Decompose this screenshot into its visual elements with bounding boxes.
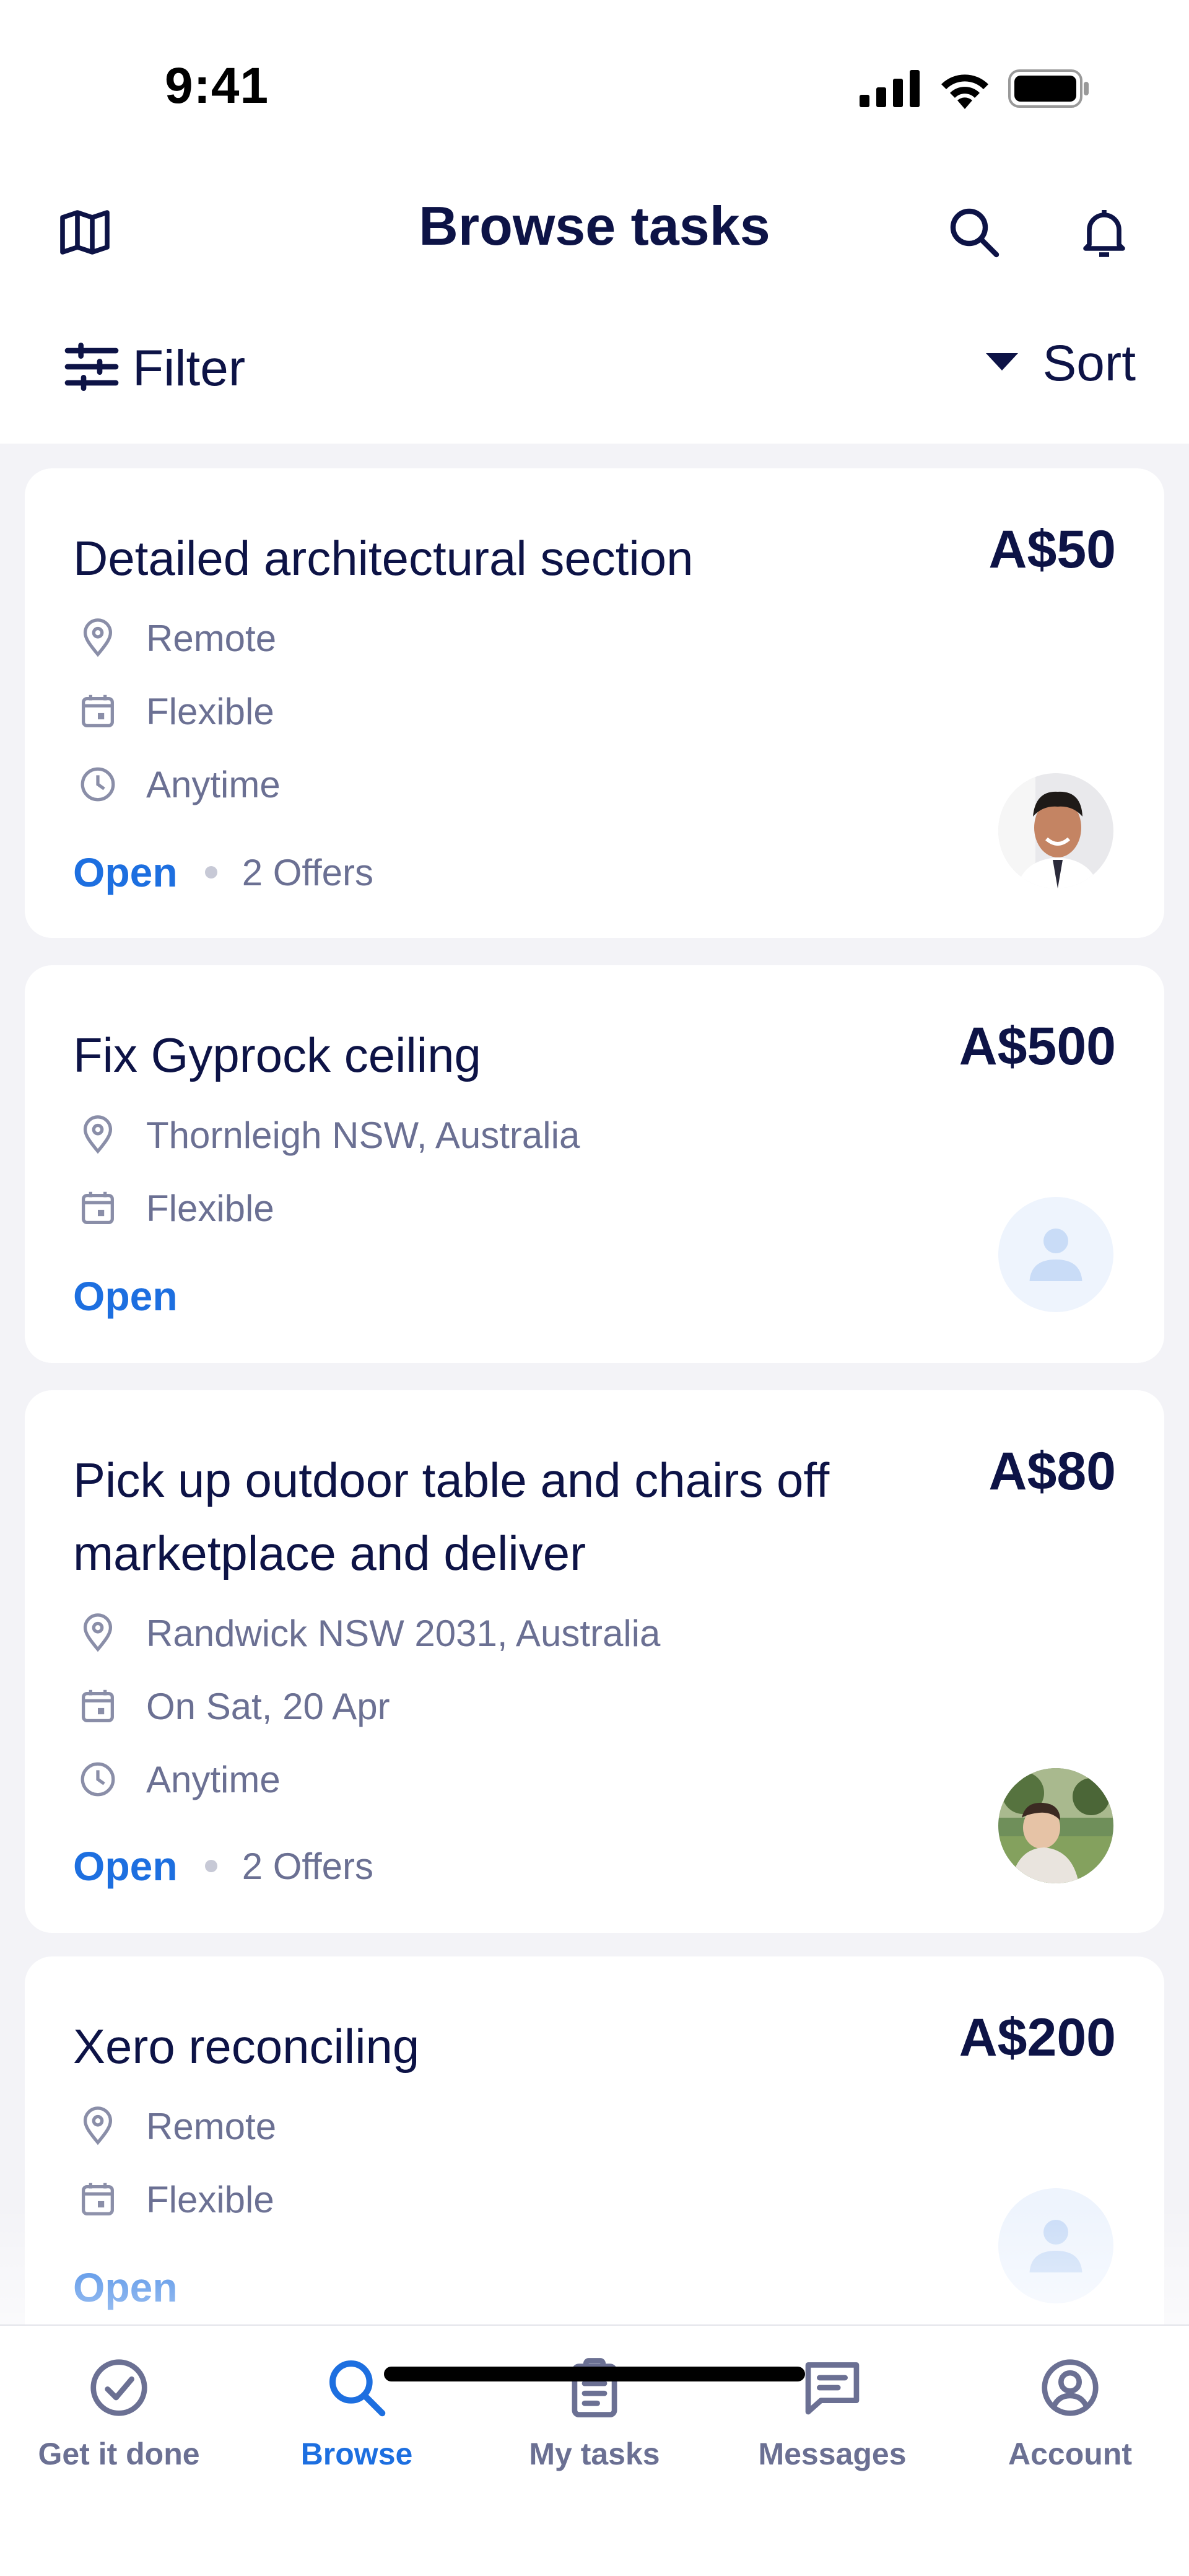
- task-title: Pick up outdoor table and chairs off mar…: [73, 1453, 830, 1580]
- location-pin-icon: [73, 613, 123, 663]
- task-title: Xero reconciling: [73, 2019, 420, 2074]
- poster-avatar[interactable]: [998, 1197, 1113, 1312]
- location-pin-icon: [73, 1608, 123, 1658]
- task-card[interactable]: Detailed architectural section A$50 Remo…: [25, 468, 1164, 938]
- task-date: Flexible: [73, 2175, 274, 2224]
- task-card[interactable]: Fix Gyprock ceiling A$500 Thornleigh NSW…: [25, 965, 1164, 1363]
- poster-avatar[interactable]: [998, 1768, 1113, 1883]
- task-location: Remote: [73, 613, 276, 663]
- home-indicator: [384, 2367, 805, 2381]
- poster-avatar[interactable]: [998, 773, 1113, 888]
- filter-sliders-icon: [59, 335, 124, 402]
- status-icons: [860, 68, 1090, 112]
- status-open: Open: [73, 1843, 178, 1889]
- user-placeholder-icon: [1019, 2207, 1093, 2285]
- filter-button[interactable]: Filter: [59, 335, 245, 402]
- task-status-row: Open: [73, 1273, 178, 1320]
- time-text: Anytime: [146, 1758, 281, 1800]
- location-text: Randwick NSW 2031, Australia: [146, 1612, 661, 1654]
- clock-icon: [73, 1755, 123, 1804]
- task-title: Detailed architectural section: [73, 531, 694, 585]
- message-icon: [795, 2350, 869, 2425]
- task-status-row: Open 2 Offers: [73, 1842, 373, 1890]
- tab-account[interactable]: Account: [951, 2350, 1189, 2505]
- tab-label: Get it done: [38, 2437, 200, 2471]
- task-date: On Sat, 20 Apr: [73, 1681, 390, 1731]
- task-card[interactable]: Pick up outdoor table and chairs off mar…: [25, 1390, 1164, 1933]
- filter-bar: Filter Sort: [0, 322, 1189, 415]
- location-pin-icon: [73, 1110, 123, 1160]
- cellular-signal-icon: [860, 70, 921, 110]
- location-pin-icon: [73, 2101, 123, 2151]
- task-time: Anytime: [73, 760, 281, 809]
- search-icon[interactable]: [940, 198, 1008, 266]
- caret-down-icon: [985, 353, 1018, 375]
- bell-icon[interactable]: [1070, 198, 1138, 266]
- task-location: Thornleigh NSW, Australia: [73, 1110, 580, 1160]
- battery-icon: [1008, 69, 1090, 111]
- user-placeholder-icon: [1019, 1216, 1093, 1294]
- task-date: Flexible: [73, 1183, 274, 1233]
- offers-count: 2 Offers: [242, 851, 374, 893]
- wifi-icon: [938, 68, 992, 112]
- account-icon: [1033, 2350, 1107, 2425]
- tab-label: Messages: [758, 2437, 907, 2471]
- task-price: A$80: [988, 1442, 1116, 1501]
- page-title: Browse tasks: [419, 195, 770, 256]
- task-price: A$200: [959, 2008, 1116, 2067]
- status-open: Open: [73, 1273, 178, 1319]
- task-location: Randwick NSW 2031, Australia: [73, 1608, 660, 1658]
- separator-dot: [204, 866, 217, 878]
- separator-dot: [204, 1860, 217, 1872]
- filter-label: Filter: [133, 340, 246, 396]
- date-text: On Sat, 20 Apr: [146, 1685, 390, 1727]
- calendar-icon: [73, 2175, 123, 2224]
- location-text: Thornleigh NSW, Australia: [146, 1114, 580, 1156]
- task-price: A$50: [988, 520, 1116, 579]
- status-time: 9:41: [165, 58, 269, 114]
- sort-button[interactable]: Sort: [985, 335, 1136, 393]
- status-bar: 9:41: [0, 0, 1189, 167]
- calendar-icon: [73, 686, 123, 736]
- tab-label: Account: [1008, 2437, 1132, 2471]
- poster-avatar[interactable]: [998, 2188, 1113, 2303]
- status-open: Open: [73, 2264, 178, 2310]
- clipboard-icon: [557, 2350, 632, 2425]
- task-status-row: Open: [73, 2264, 178, 2311]
- date-text: Flexible: [146, 690, 274, 732]
- sort-label: Sort: [1042, 335, 1136, 392]
- task-time: Anytime: [73, 1755, 281, 1804]
- status-open: Open: [73, 849, 178, 895]
- tab-bar: Get it done Browse My tasks Messages Acc…: [0, 2324, 1189, 2576]
- time-text: Anytime: [146, 763, 281, 805]
- nav-bar: Browse tasks: [0, 180, 1189, 279]
- calendar-icon: [73, 1681, 123, 1731]
- tab-label: My tasks: [529, 2437, 660, 2471]
- top-area: 9:41 Browse tasks Filter Sort: [0, 0, 1189, 444]
- location-text: Remote: [146, 2105, 277, 2147]
- search-icon: [320, 2350, 394, 2425]
- task-price: A$500: [959, 1017, 1116, 1076]
- location-text: Remote: [146, 617, 277, 659]
- calendar-icon: [73, 1183, 123, 1233]
- tab-get-it-done[interactable]: Get it done: [0, 2350, 238, 2505]
- date-text: Flexible: [146, 1187, 274, 1229]
- task-title: Fix Gyprock ceiling: [73, 1028, 481, 1082]
- check-circle-icon: [82, 2350, 156, 2425]
- task-location: Remote: [73, 2101, 276, 2151]
- clock-icon: [73, 760, 123, 809]
- task-status-row: Open 2 Offers: [73, 849, 373, 896]
- date-text: Flexible: [146, 2178, 274, 2220]
- offers-count: 2 Offers: [242, 1845, 374, 1887]
- tab-label: Browse: [300, 2437, 413, 2471]
- task-date: Flexible: [73, 686, 274, 736]
